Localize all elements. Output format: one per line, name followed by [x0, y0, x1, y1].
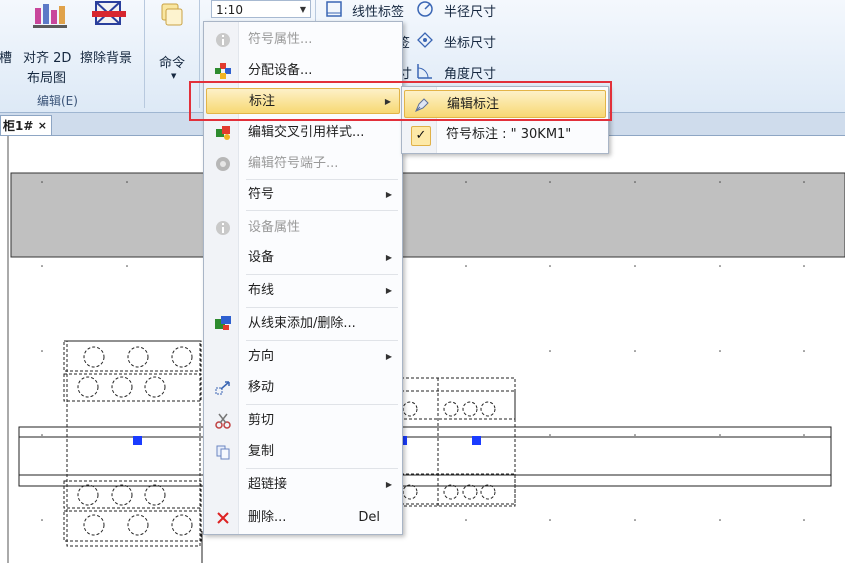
menu-item-symbol-properties[interactable]: 符号属性...: [206, 27, 400, 53]
menu-item-device[interactable]: 设备 ▶: [206, 245, 400, 271]
menu-item-label: 超链接: [248, 477, 288, 492]
menu-item-cut[interactable]: 剪切: [206, 408, 400, 434]
menu-item-label: 符号属性...: [248, 32, 313, 47]
menu-item-edit-symbol-terminals[interactable]: 编辑符号端子...: [206, 151, 400, 177]
align-2d-label[interactable]: 对齐 2D: [23, 47, 71, 66]
menu-item-edit-cross-ref-style[interactable]: 编辑交叉引用样式...: [206, 120, 400, 146]
radius-dimension-label[interactable]: 半径尺寸: [444, 1, 496, 20]
info-icon: [216, 33, 230, 47]
menu-item-label: 符号: [248, 187, 275, 202]
submenu-item-edit-annotation[interactable]: 编辑标注: [404, 90, 606, 118]
submenu-arrow-icon: ▶: [385, 286, 392, 295]
menu-item-harness-add-remove[interactable]: 从线束添加/删除...: [206, 311, 400, 337]
context-menu: 符号属性... 分配设备... 标注 ▶ 编辑交叉引用样式... 编辑符号端子.…: [203, 21, 403, 535]
submenu-arrow-icon: ▶: [385, 190, 392, 199]
erase-background-icon[interactable]: [92, 0, 126, 30]
command-dropdown-arrow[interactable]: ▼: [171, 72, 176, 80]
menu-item-label: 编辑符号端子...: [248, 156, 339, 171]
menu-separator: [246, 340, 398, 341]
menu-separator: [246, 404, 398, 405]
document-tab-title: 柜1#: [3, 119, 34, 133]
linear-label-icon[interactable]: [325, 0, 343, 18]
align-2d-icon[interactable]: [33, 0, 67, 30]
command-icon[interactable]: [158, 2, 186, 28]
menu-item-label: 移动: [248, 380, 275, 395]
ribbon-separator: [199, 0, 200, 108]
command-label[interactable]: 命令: [159, 52, 185, 71]
menu-item-move[interactable]: 移动: [206, 375, 400, 401]
menu-item-symbol[interactable]: 符号 ▶: [206, 182, 400, 208]
harness-icon: [215, 316, 231, 330]
menu-item-copy[interactable]: 复制: [206, 439, 400, 465]
delete-icon: [217, 512, 229, 524]
menu-separator: [246, 210, 398, 211]
edit-annotation-icon: [415, 98, 429, 112]
mounting-panel: [10, 172, 845, 258]
menu-item-delete[interactable]: 删除... Del: [206, 505, 400, 531]
menu-item-label: 编辑标注: [447, 97, 500, 112]
menu-item-label: 从线束添加/删除...: [248, 316, 356, 331]
menu-item-annotation[interactable]: 标注 ▶: [206, 88, 400, 114]
menu-item-direction[interactable]: 方向 ▶: [206, 344, 400, 370]
checkmark-icon: ✓: [411, 126, 431, 146]
angle-dimension-label[interactable]: 角度尺寸: [444, 63, 496, 82]
scissors-icon: [215, 413, 231, 429]
menu-item-label: 删除...: [248, 510, 287, 525]
terminal-icon: [216, 157, 230, 171]
cross-ref-icon: [216, 126, 230, 140]
selection-marker: [472, 436, 481, 445]
menu-item-label: 剪切: [248, 413, 275, 428]
scale-dropdown-arrow[interactable]: ▼: [300, 1, 306, 19]
menu-item-label: 设备属性: [248, 220, 301, 235]
info-icon: [216, 221, 230, 235]
submenu-arrow-icon: ▶: [384, 97, 391, 106]
cut-label[interactable]: 線槽: [0, 47, 12, 66]
menu-separator: [246, 179, 398, 180]
submenu-arrow-icon: ▶: [385, 480, 392, 489]
align-2d-label-line2[interactable]: 布局图: [27, 67, 66, 86]
menu-item-label: 设备: [248, 250, 275, 265]
coordinate-dimension-icon[interactable]: [416, 31, 434, 49]
document-tab[interactable]: 柜1# ×: [0, 115, 52, 135]
move-icon: [215, 381, 230, 395]
menu-separator: [246, 274, 398, 275]
angle-dimension-icon[interactable]: [416, 62, 434, 80]
contactor-symbol-left: [63, 340, 202, 547]
scale-combobox[interactable]: 1:10 ▼: [211, 0, 311, 18]
coordinate-dimension-label[interactable]: 坐标尺寸: [444, 32, 496, 51]
submenu-arrow-icon: ▶: [385, 253, 392, 262]
drawing-canvas[interactable]: [0, 136, 845, 563]
menu-item-label: 标注: [249, 94, 276, 109]
linear-label[interactable]: 线性标签: [352, 1, 404, 20]
scale-value: 1:10: [216, 3, 243, 17]
assign-device-icon: [215, 63, 231, 79]
copy-icon: [216, 445, 230, 460]
menu-item-shortcut: Del: [358, 510, 380, 525]
radius-dimension-icon[interactable]: [416, 0, 434, 18]
menu-item-label: 分配设备...: [248, 63, 313, 78]
submenu-item-symbol-annotation[interactable]: ✓ 符号标注 : " 30KM1": [404, 121, 606, 149]
menu-item-label: 布线: [248, 283, 275, 298]
menu-separator: [246, 468, 398, 469]
din-rail: [18, 426, 832, 487]
menu-item-label: 符号标注 : " 30KM1": [446, 127, 572, 142]
menu-item-assign-device[interactable]: 分配设备...: [206, 58, 400, 84]
selection-marker: [133, 436, 142, 445]
menu-separator: [246, 307, 398, 308]
menu-item-wiring[interactable]: 布线 ▶: [206, 278, 400, 304]
close-tab-icon[interactable]: ×: [38, 116, 47, 136]
menu-item-label: 复制: [248, 444, 275, 459]
annotation-submenu: 编辑标注 ✓ 符号标注 : " 30KM1": [401, 86, 609, 154]
menu-item-hyperlink[interactable]: 超链接 ▶: [206, 472, 400, 498]
submenu-arrow-icon: ▶: [385, 352, 392, 361]
contactor-symbol-right: [400, 377, 516, 507]
ribbon-separator: [144, 0, 145, 108]
erase-background-label[interactable]: 擦除背景: [80, 47, 132, 66]
menu-item-label: 编辑交叉引用样式...: [248, 125, 365, 140]
menu-item-device-properties[interactable]: 设备属性: [206, 215, 400, 241]
group-label-edit: 编辑(E): [37, 94, 78, 108]
menu-item-label: 方向: [248, 349, 275, 364]
